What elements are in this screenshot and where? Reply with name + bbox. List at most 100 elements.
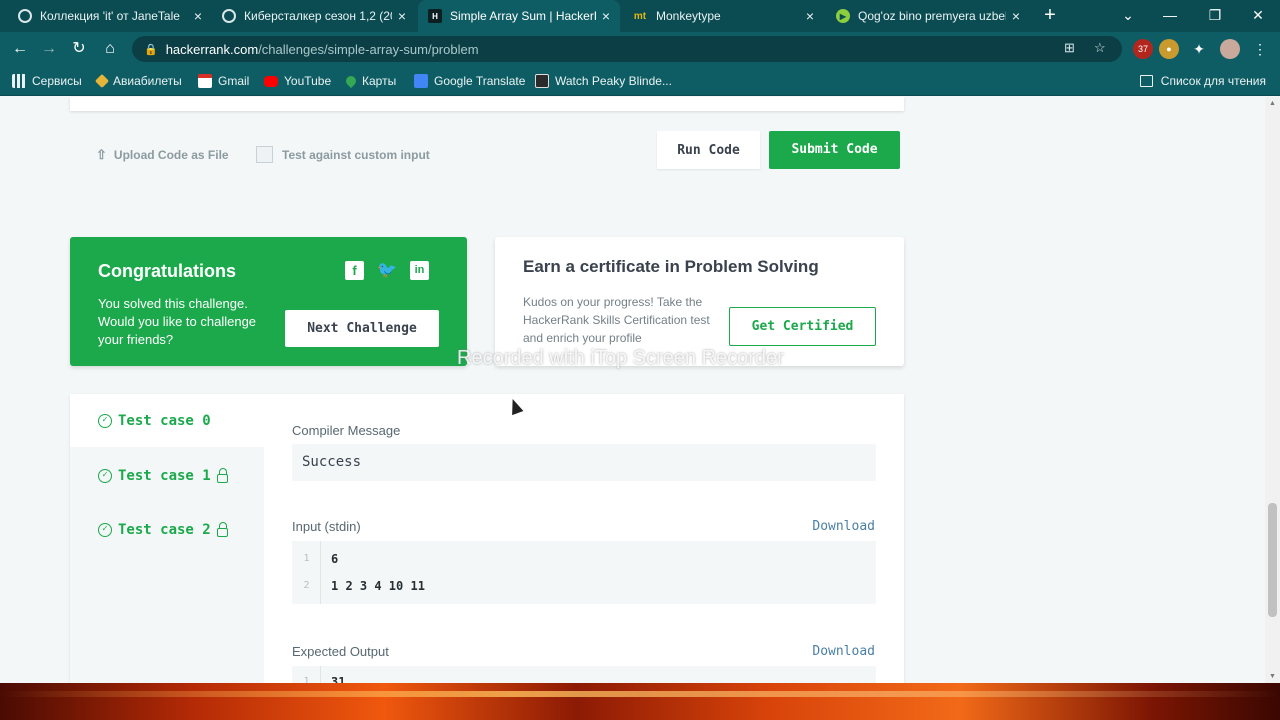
play-icon: ▶ bbox=[836, 9, 850, 23]
run-code-button[interactable]: Run Code bbox=[657, 131, 760, 169]
translate-icon bbox=[414, 74, 428, 88]
extension-badge[interactable]: 37 bbox=[1133, 39, 1153, 59]
expected-output-label: Expected Output bbox=[292, 644, 389, 659]
home-icon[interactable]: ⌂ bbox=[98, 37, 122, 61]
congrats-title: Congratulations bbox=[98, 261, 236, 281]
plane-icon bbox=[94, 73, 110, 89]
test-case-label: Test case 2 bbox=[118, 521, 211, 538]
upload-label: Upload Code as File bbox=[113, 148, 229, 162]
custom-input-checkbox[interactable] bbox=[256, 146, 273, 163]
maps-icon bbox=[343, 73, 359, 89]
back-icon[interactable]: ← bbox=[8, 37, 32, 61]
bookmark-flights[interactable]: Авиабилеты bbox=[94, 71, 182, 91]
line-number: 1 bbox=[303, 676, 310, 683]
tab-hackerrank[interactable]: H Simple Array Sum | HackerRa × bbox=[418, 0, 620, 32]
scroll-up-icon[interactable]: ▲ bbox=[1268, 100, 1277, 107]
translate-page-icon[interactable]: ⊞ bbox=[1064, 40, 1075, 56]
reading-list[interactable]: Список для чтения bbox=[1139, 71, 1266, 91]
apps-grid-icon bbox=[12, 74, 26, 88]
expected-download-link[interactable]: Download bbox=[812, 644, 875, 659]
tab-strip: Коллекция 'it' от JaneTale × Киберсталке… bbox=[0, 0, 1280, 32]
browser-toolbar: ← → ↻ ⌂ 🔒 hackerrank.com /challenges/sim… bbox=[0, 32, 1280, 66]
certificate-title: Earn a certificate in Problem Solving bbox=[523, 257, 819, 276]
custom-input-toggle[interactable]: Test against custom input bbox=[256, 146, 430, 163]
gmail-icon bbox=[198, 74, 212, 88]
video-icon bbox=[535, 74, 549, 88]
check-circle-icon: ✓ bbox=[98, 522, 112, 537]
bookmark-maps[interactable]: Карты bbox=[343, 71, 396, 91]
scroll-down-icon[interactable]: ▼ bbox=[1268, 673, 1277, 680]
input-download-link[interactable]: Download bbox=[812, 519, 875, 534]
upload-code-button[interactable]: ⇧ Upload Code as File bbox=[96, 147, 229, 163]
minimize-button[interactable]: — bbox=[1150, 0, 1190, 32]
code-editor-bottom: ···· ·· ···· bbox=[70, 97, 904, 111]
test-results-panel: ✓ Test case 0 ✓ Test case 1 ✓ Test case … bbox=[70, 394, 904, 683]
menu-icon[interactable]: ⋮ bbox=[1250, 39, 1270, 59]
close-icon[interactable]: × bbox=[1012, 8, 1020, 24]
tab-search-icon[interactable]: ⌄ bbox=[1108, 0, 1148, 32]
input-box: 1 6 2 1 2 3 4 10 11 bbox=[292, 541, 876, 604]
bookmark-label: Авиабилеты bbox=[113, 74, 182, 88]
line-number: 1 bbox=[303, 553, 310, 564]
bookmark-google-translate[interactable]: Google Translate bbox=[414, 71, 525, 91]
lock-icon bbox=[216, 522, 228, 537]
reel-icon bbox=[18, 9, 32, 23]
test-case-label: Test case 1 bbox=[118, 467, 211, 484]
extension-icon[interactable]: ● bbox=[1159, 39, 1179, 59]
test-case-label: Test case 0 bbox=[118, 412, 211, 429]
tab-collection[interactable]: Коллекция 'it' от JaneTale × bbox=[8, 0, 212, 32]
get-certified-button[interactable]: Get Certified bbox=[729, 307, 876, 346]
new-tab-button[interactable]: + bbox=[1038, 4, 1062, 28]
close-icon[interactable]: × bbox=[602, 8, 610, 24]
line-value: 1 2 3 4 10 11 bbox=[331, 579, 425, 593]
puzzle-icon[interactable]: ✦ bbox=[1189, 39, 1209, 59]
close-window-button[interactable]: ✕ bbox=[1238, 0, 1278, 32]
bookmark-peaky-blinders[interactable]: Watch Peaky Blinde... bbox=[535, 71, 672, 91]
close-icon[interactable]: × bbox=[398, 8, 406, 24]
restore-button[interactable]: ❐ bbox=[1195, 0, 1235, 32]
url-host: hackerrank.com bbox=[165, 41, 259, 57]
close-icon[interactable]: × bbox=[194, 8, 202, 24]
reload-icon[interactable]: ↻ bbox=[67, 37, 91, 61]
tab-label: Киберсталкер сезон 1,2 (20 bbox=[244, 9, 392, 23]
recorder-watermark: Recorded with iTop Screen Recorder bbox=[457, 347, 784, 369]
page-scrollbar[interactable]: ▲ ▼ bbox=[1265, 97, 1280, 683]
bookmark-services[interactable]: Сервисы bbox=[12, 71, 82, 91]
hackerrank-icon: H bbox=[428, 9, 442, 23]
code-line: 2 1 2 3 4 10 11 bbox=[292, 576, 876, 596]
test-case-tab-1[interactable]: ✓ Test case 1 bbox=[70, 449, 264, 502]
tab-qogoz-bino[interactable]: ▶ Qog'oz bino premyera uzbek × bbox=[826, 0, 1030, 32]
avatar[interactable] bbox=[1220, 39, 1240, 59]
tab-label: Monkeytype bbox=[656, 9, 721, 23]
custom-input-label: Test against custom input bbox=[282, 147, 430, 162]
test-case-tab-2[interactable]: ✓ Test case 2 bbox=[70, 503, 264, 556]
bookmark-star-icon[interactable]: ☆ bbox=[1094, 40, 1106, 56]
lock-icon: 🔒 bbox=[144, 43, 158, 56]
bookmark-label: Сервисы bbox=[32, 74, 82, 88]
congrats-text: You solved this challenge. Would you lik… bbox=[98, 296, 257, 347]
close-icon[interactable]: × bbox=[806, 8, 814, 24]
facebook-icon[interactable]: f bbox=[345, 261, 364, 280]
desktop-wallpaper-strip bbox=[0, 683, 1280, 720]
check-circle-icon: ✓ bbox=[98, 413, 112, 428]
tab-monkeytype[interactable]: mt Monkeytype × bbox=[622, 0, 824, 32]
line-value: 6 bbox=[331, 552, 339, 566]
bookmark-label: Watch Peaky Blinde... bbox=[555, 74, 672, 88]
expected-output-box: 1 31 bbox=[292, 666, 876, 683]
compiler-message-label: Compiler Message bbox=[292, 423, 401, 438]
bookmark-label: Google Translate bbox=[434, 74, 526, 88]
bookmark-youtube[interactable]: YouTube bbox=[264, 71, 331, 91]
linkedin-icon[interactable]: in bbox=[410, 261, 429, 280]
address-bar[interactable]: 🔒 hackerrank.com /challenges/simple-arra… bbox=[132, 36, 1122, 62]
congratulations-card: Congratulations f 🐦 in You solved this c… bbox=[70, 237, 467, 366]
youtube-icon bbox=[264, 75, 278, 87]
bookmark-gmail[interactable]: Gmail bbox=[198, 71, 249, 91]
submit-code-button[interactable]: Submit Code bbox=[769, 131, 900, 169]
tab-cyberstalker[interactable]: Киберсталкер сезон 1,2 (20 × bbox=[212, 0, 416, 32]
test-case-tab-0[interactable]: ✓ Test case 0 bbox=[70, 394, 264, 447]
editor-hint: ···· ·· ···· bbox=[821, 97, 894, 103]
scrollbar-thumb[interactable] bbox=[1268, 503, 1277, 617]
next-challenge-button[interactable]: Next Challenge bbox=[285, 310, 439, 347]
forward-icon[interactable]: → bbox=[37, 37, 61, 61]
twitter-icon[interactable]: 🐦 bbox=[377, 261, 397, 280]
